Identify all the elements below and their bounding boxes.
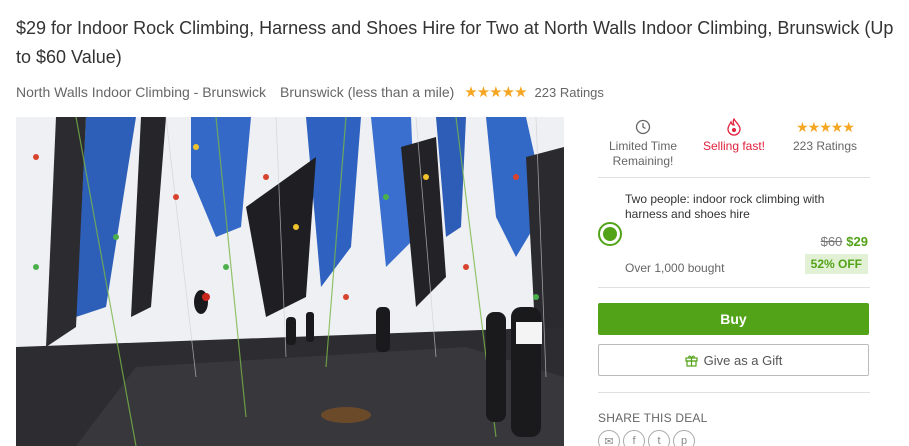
twitter-icon[interactable]: t xyxy=(648,430,670,446)
pinterest-icon[interactable]: p xyxy=(673,430,695,446)
option-radio[interactable] xyxy=(598,222,622,246)
option-price: $60 $29 xyxy=(821,234,868,249)
clock-icon xyxy=(598,117,688,137)
facebook-icon[interactable]: f xyxy=(623,430,645,446)
limited-time-label: Limited Time Remaining! xyxy=(608,139,678,168)
selling-fast-label: Selling fast! xyxy=(702,139,766,153)
ratings-count-link[interactable]: 223 Ratings xyxy=(535,85,604,100)
original-price: $60 xyxy=(820,234,843,249)
climbing-gym-photo xyxy=(16,117,564,446)
share-label: SHARE THIS DEAL xyxy=(598,411,708,425)
email-icon[interactable]: ✉ xyxy=(598,430,620,446)
gift-label: Give as a Gift xyxy=(703,352,783,368)
option-title: Two people: indoor rock climbing with ha… xyxy=(625,192,825,221)
badge-stars-icon: ★★★★★ xyxy=(796,118,855,135)
flame-icon xyxy=(689,117,779,137)
merchant-link[interactable]: North Walls Indoor Climbing - Brunswick xyxy=(16,84,266,100)
selling-fast-badge: Selling fast! xyxy=(689,117,779,175)
rating-stars-icon: ★★★★★ xyxy=(464,84,527,101)
gift-icon xyxy=(685,354,698,367)
deal-title: $29 for Indoor Rock Climbing, Harness an… xyxy=(16,18,894,67)
deal-price: $29 xyxy=(846,234,868,249)
discount-badge: 52% OFF xyxy=(804,254,868,274)
location-text: Brunswick (less than a mile) xyxy=(280,84,455,100)
bought-count: Over 1,000 bought xyxy=(625,261,725,275)
ratings-badge[interactable]: ★★★★★ 223 Ratings xyxy=(780,117,870,175)
divider xyxy=(598,177,870,178)
gift-button[interactable]: Give as a Gift xyxy=(598,344,869,376)
buy-button[interactable]: Buy xyxy=(598,303,869,335)
divider xyxy=(598,287,870,288)
deal-subline: North Walls Indoor Climbing - Brunswick … xyxy=(16,82,604,102)
share-icons: ✉ f t p xyxy=(598,430,695,446)
deal-badges: Limited Time Remaining! Selling fast! ★★… xyxy=(598,117,870,175)
divider xyxy=(598,392,870,393)
deal-photo[interactable] xyxy=(16,117,564,446)
limited-time-badge: Limited Time Remaining! xyxy=(598,117,688,175)
badge-ratings-label: 223 Ratings xyxy=(792,139,858,153)
